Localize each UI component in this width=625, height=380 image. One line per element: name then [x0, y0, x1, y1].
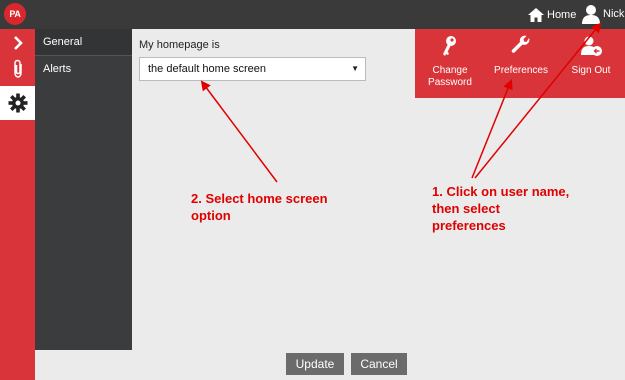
app-logo: PA: [4, 3, 26, 25]
preferences-label: Preferences: [494, 65, 548, 76]
step1-annotation: 1. Click on user name, then select prefe…: [432, 184, 570, 233]
user-name-button[interactable]: Nick: [582, 2, 624, 26]
settings-subnav: General Alerts: [35, 29, 132, 350]
user-name-label: Nick: [603, 8, 625, 20]
dropdown-caret-icon: ▼: [351, 64, 359, 73]
subnav-item-alerts[interactable]: Alerts: [35, 56, 132, 83]
home-label: Home: [547, 9, 577, 21]
key-icon: [443, 36, 456, 56]
subnav-item-general[interactable]: General: [35, 29, 132, 56]
wrench-icon: [511, 35, 530, 53]
change-password-label: Change Password: [428, 65, 472, 88]
home-link[interactable]: Home: [528, 5, 576, 25]
sign-out-menu-item[interactable]: Sign Out: [557, 29, 625, 98]
arrow-to-homepage-select: [200, 80, 278, 183]
rail-attachments-button[interactable]: [0, 55, 35, 83]
rail-expand-button[interactable]: [0, 29, 35, 57]
step2-annotation: 2. Select home screen option: [191, 191, 328, 223]
homepage-select-value: the default home screen: [148, 63, 267, 75]
user-icon: [582, 5, 600, 24]
chevron-right-icon: [13, 36, 23, 50]
user-menu: Change Password Preferences Sign Out: [415, 29, 625, 98]
homepage-label: My homepage is: [139, 39, 220, 51]
sign-out-user-icon: [581, 36, 602, 56]
gear-icon: [8, 93, 27, 113]
home-icon: [528, 8, 544, 22]
cancel-button[interactable]: Cancel: [351, 353, 407, 375]
change-password-menu-item[interactable]: Change Password: [415, 29, 485, 98]
homepage-select[interactable]: the default home screen ▼: [139, 57, 366, 81]
update-button[interactable]: Update: [286, 353, 344, 375]
rail-settings-button[interactable]: [0, 86, 35, 120]
icon-rail: [0, 29, 35, 380]
sign-out-label: Sign Out: [571, 65, 611, 76]
top-bar: PA Home Nick: [0, 0, 625, 29]
paperclip-icon: [13, 59, 22, 78]
preferences-menu-item[interactable]: Preferences: [485, 29, 557, 98]
